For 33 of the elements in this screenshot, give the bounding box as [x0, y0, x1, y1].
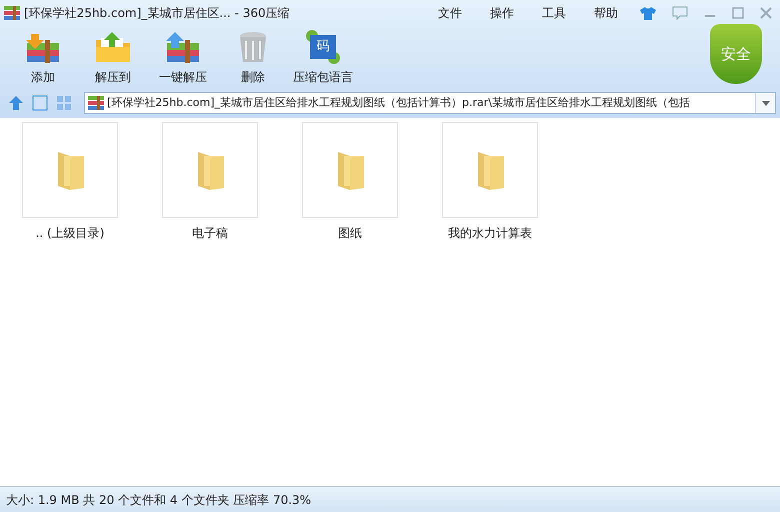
folder-tile[interactable]	[302, 122, 398, 218]
menu-item[interactable]: 操作	[476, 4, 528, 22]
folder-name: .. (上级目录)	[36, 225, 104, 242]
toolbar-button[interactable]: 删除	[218, 26, 288, 86]
up-arrow-icon[interactable]	[8, 95, 24, 111]
folder-tile[interactable]	[22, 122, 118, 218]
toolbar-button[interactable]: 一键解压	[148, 26, 218, 86]
folder-icon	[93, 32, 133, 64]
window-title: [环保学社25hb.com]_某城市居住区... - 360压缩	[24, 5, 290, 22]
shield-badge: 安全	[710, 24, 762, 84]
archive-icon	[88, 96, 104, 110]
list-view-icon[interactable]	[32, 95, 48, 111]
close-icon[interactable]	[759, 6, 773, 20]
grid-view-icon[interactable]	[56, 95, 72, 111]
toolbar-button[interactable]: 码 压缩包语言	[288, 26, 358, 86]
feedback-icon[interactable]	[672, 6, 688, 20]
maximize-icon[interactable]	[731, 6, 745, 20]
menu-item[interactable]: 工具	[528, 4, 580, 22]
shirt-icon[interactable]	[640, 6, 656, 20]
status-text: 大小: 1.9 MB 共 20 个文件和 4 个文件夹 压缩率 70.3%	[6, 492, 312, 508]
app-icon	[4, 6, 20, 20]
folder-name: 电子稿	[192, 225, 228, 242]
folder-name: 图纸	[338, 225, 362, 242]
menu-item[interactable]: 帮助	[580, 4, 632, 22]
address-field[interactable]: [环保学社25hb.com]_某城市居住区给排水工程规划图纸（包括计算书）p.rar\某城市居住区给排水工程规划图纸（包括	[84, 92, 776, 114]
folder-tile[interactable]	[442, 122, 538, 218]
toolbar-button[interactable]: 添加	[8, 26, 78, 86]
toolbar-button[interactable]: 解压到	[78, 26, 148, 86]
address-text: [环保学社25hb.com]_某城市居住区给排水工程规划图纸（包括计算书）p.rar\某城市居住区给排水工程规划图纸（包括	[107, 94, 690, 111]
dropdown-caret-icon[interactable]	[762, 100, 770, 106]
folder-tile[interactable]	[162, 122, 258, 218]
folder-name: 我的水力计算表	[448, 225, 532, 242]
menu-item[interactable]: 文件	[424, 4, 476, 22]
